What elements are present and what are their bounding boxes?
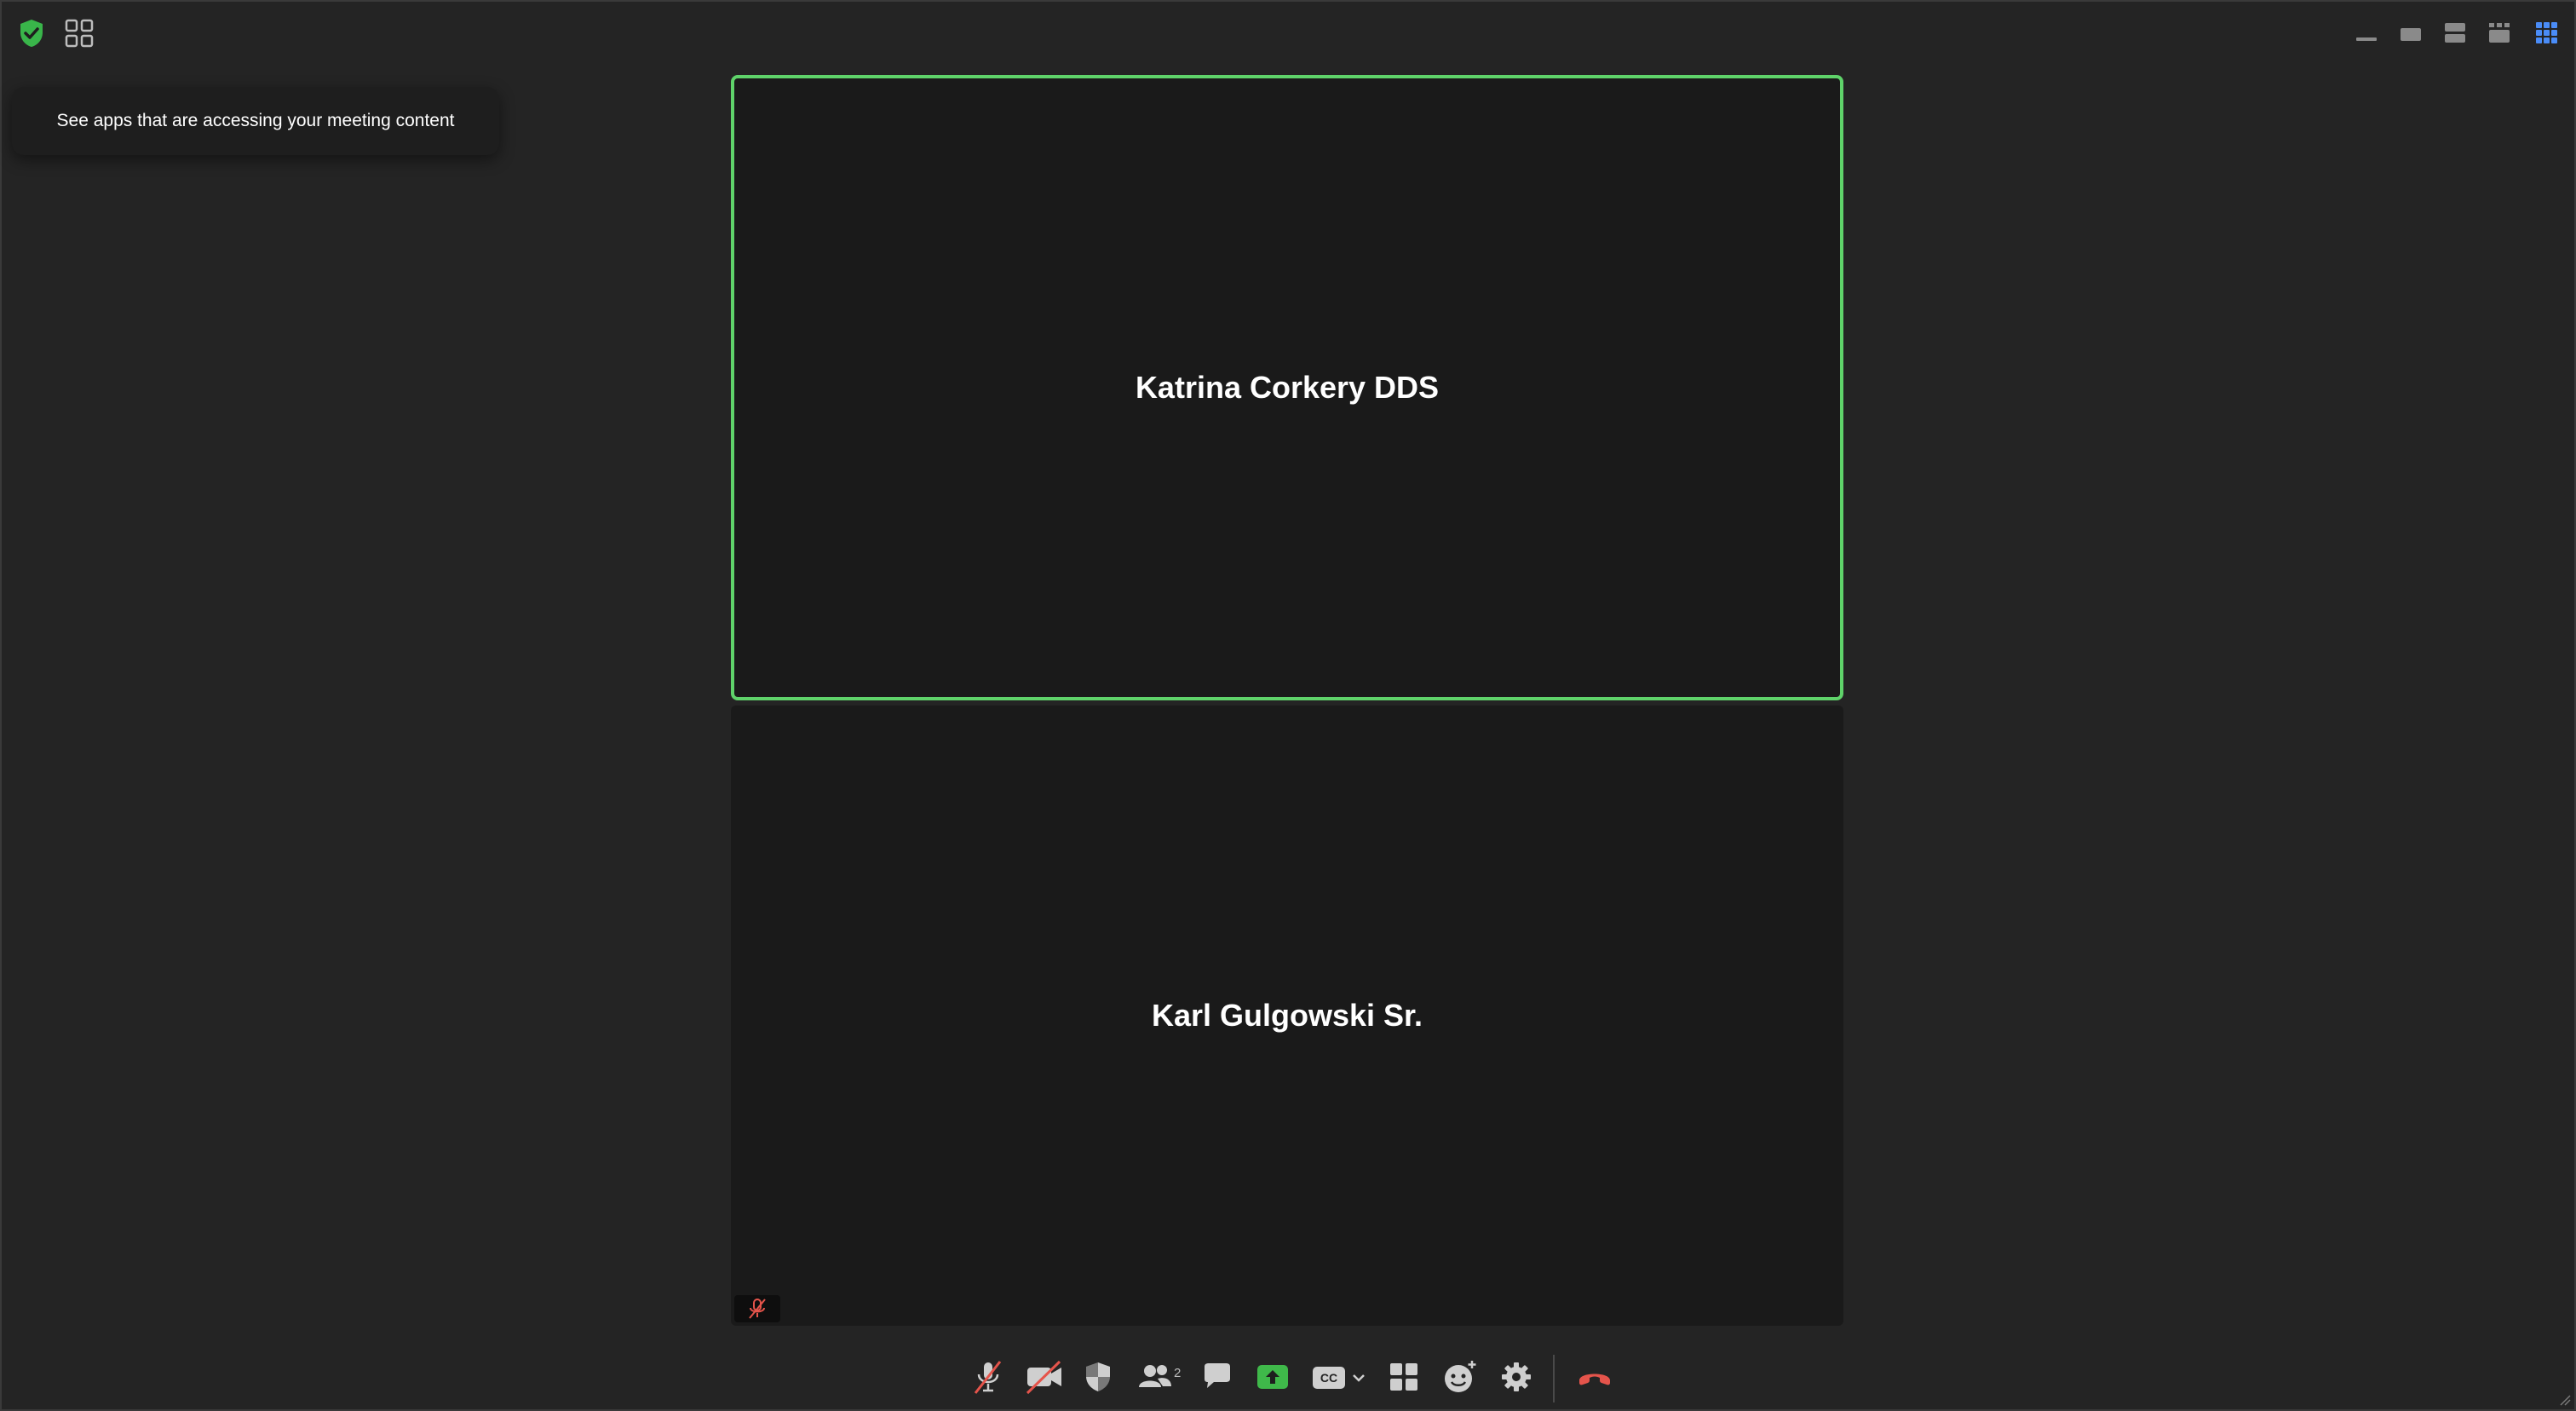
reactions-button[interactable] (1440, 1351, 1481, 1402)
muted-badge (734, 1295, 780, 1322)
svg-text:CC: CC (1320, 1371, 1337, 1385)
participants-count: 2 (1174, 1366, 1182, 1380)
apps-access-tooltip[interactable]: See apps that are accessing your meeting… (12, 87, 499, 155)
share-screen-icon (1257, 1365, 1288, 1389)
stop-video-button[interactable] (1021, 1351, 1068, 1402)
apps-button[interactable] (1387, 1351, 1421, 1402)
gallery-view-icon[interactable] (2533, 20, 2561, 46)
thumbnail-view-icon[interactable] (2486, 20, 2513, 46)
captions-button[interactable]: CC (1307, 1351, 1371, 1402)
participants-button[interactable]: 2 (1131, 1351, 1182, 1402)
leave-icon (1579, 1374, 1610, 1385)
resize-grip-icon[interactable] (2559, 1394, 2571, 1406)
participant-name: Karl Gulgowski Sr. (1151, 998, 1423, 1033)
apps-icon (1390, 1363, 1417, 1391)
captions-icon: CC (1313, 1367, 1365, 1389)
video-tile[interactable]: Karl Gulgowski Sr. (731, 706, 1843, 1326)
chat-button[interactable] (1196, 1351, 1239, 1402)
participants-icon (1139, 1365, 1171, 1387)
toolbar-divider (1553, 1355, 1555, 1402)
apps-grid-icon[interactable] (65, 19, 94, 48)
mic-muted-icon (749, 1299, 766, 1319)
video-tile-active-speaker[interactable]: Katrina Corkery DDS (731, 75, 1843, 700)
view-mode-switcher (2353, 20, 2562, 46)
security-icon (1086, 1362, 1110, 1391)
minimize-view-icon[interactable] (2353, 20, 2380, 46)
security-shield-icon[interactable] (18, 19, 45, 48)
video-off-icon (1026, 1360, 1061, 1395)
leave-meeting-button[interactable] (1571, 1351, 1619, 1402)
tooltip-text: See apps that are accessing your meeting… (56, 111, 455, 130)
meeting-toolbar: 2 CC (956, 1351, 1637, 1408)
meeting-window: See apps that are accessing your meeting… (0, 0, 2576, 1411)
reactions-icon (1445, 1361, 1476, 1392)
participant-name: Katrina Corkery DDS (1135, 370, 1440, 405)
split-view-icon[interactable] (2441, 20, 2469, 46)
security-button[interactable] (1077, 1351, 1119, 1402)
gear-icon (1502, 1362, 1531, 1391)
single-view-icon[interactable] (2397, 20, 2424, 46)
mute-button[interactable] (968, 1351, 1009, 1402)
share-screen-button[interactable] (1251, 1351, 1295, 1402)
mic-muted-icon (974, 1361, 1002, 1394)
chat-icon (1205, 1363, 1230, 1388)
settings-button[interactable] (1496, 1351, 1537, 1402)
